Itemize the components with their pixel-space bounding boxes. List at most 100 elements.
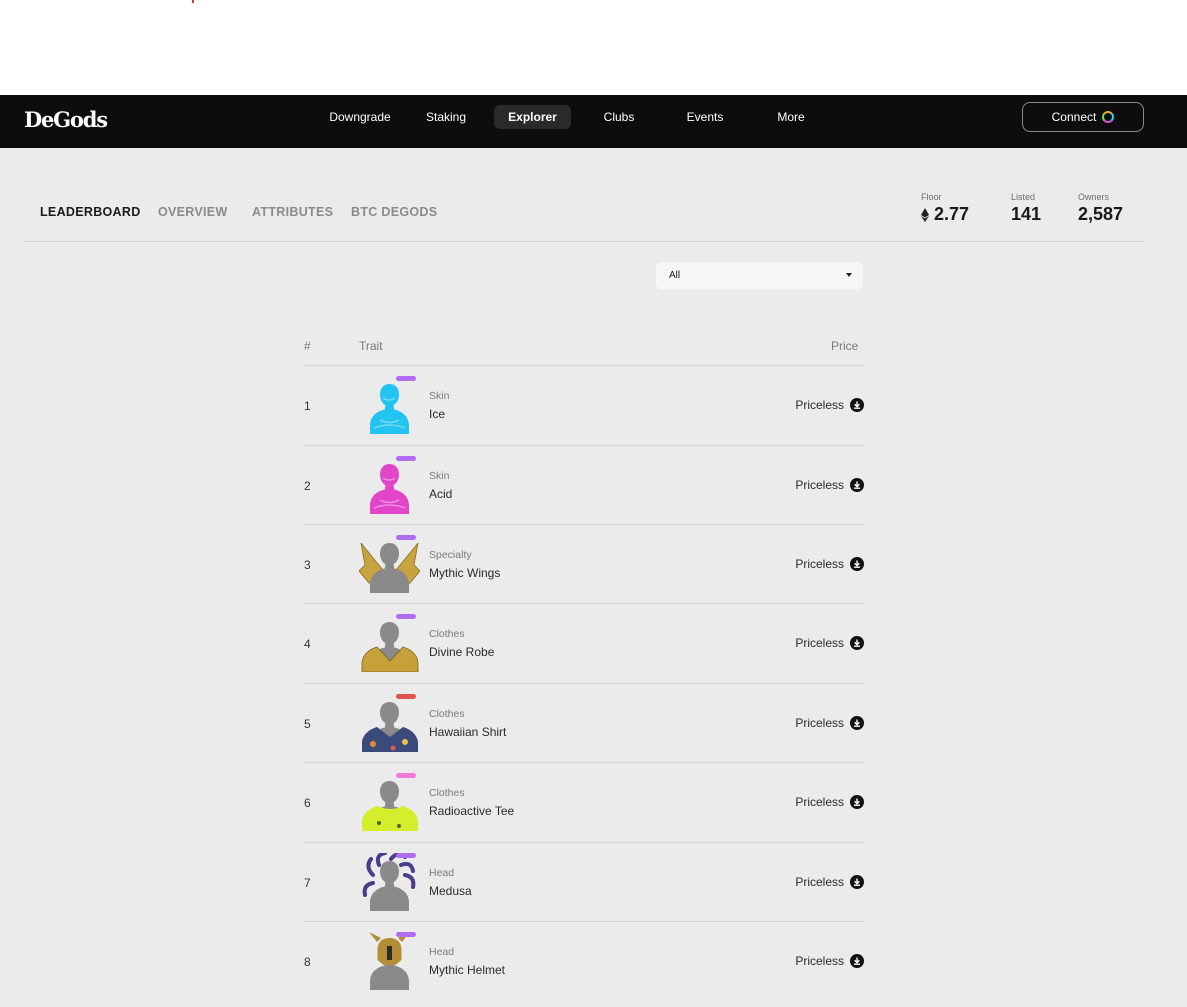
trait-category: Specialty bbox=[429, 549, 472, 561]
price-label: Priceless bbox=[795, 636, 844, 650]
solana-icon bbox=[850, 636, 864, 650]
stat-listed-value: 141 bbox=[1011, 204, 1042, 224]
row-rank: 6 bbox=[304, 796, 311, 810]
row-rank: 4 bbox=[304, 637, 311, 651]
price-label: Priceless bbox=[795, 398, 844, 412]
stat-owners-label: Owners bbox=[1078, 192, 1110, 202]
trait-name[interactable]: Acid bbox=[429, 487, 452, 501]
price-label: Priceless bbox=[795, 875, 844, 889]
trait-art-icon bbox=[358, 542, 421, 593]
trait-category: Skin bbox=[429, 470, 450, 482]
trait-category: Clothes bbox=[429, 708, 465, 720]
stat-floor-value: 2.77 bbox=[934, 204, 970, 224]
price-cell: Priceless bbox=[795, 557, 864, 571]
trait-art-icon bbox=[370, 384, 409, 434]
filter-selected-value: All bbox=[669, 270, 681, 281]
table-row[interactable]: 6 Clothes Radioactive Tee Priceless bbox=[304, 762, 864, 841]
nav-downgrade[interactable]: Downgrade bbox=[322, 105, 398, 129]
nav-explorer[interactable]: Explorer bbox=[494, 105, 571, 129]
trait-category: Clothes bbox=[429, 787, 465, 799]
solana-icon bbox=[850, 954, 864, 968]
trait-name[interactable]: Mythic Wings bbox=[429, 566, 500, 580]
trait-image bbox=[359, 614, 420, 673]
price-label: Priceless bbox=[795, 557, 844, 571]
trait-name[interactable]: Radioactive Tee bbox=[429, 804, 514, 818]
price-label: Priceless bbox=[795, 478, 844, 492]
trait-category: Head bbox=[429, 867, 455, 879]
trait-art-icon bbox=[369, 932, 410, 990]
nav-clubs[interactable]: Clubs bbox=[588, 105, 650, 129]
price-label: Priceless bbox=[795, 795, 844, 809]
table-row[interactable]: 2 Skin Acid Priceless bbox=[304, 445, 864, 524]
navbar: DeGods Downgrade Staking Explorer Clubs … bbox=[0, 95, 1187, 148]
table-row[interactable]: 4 Clothes Divine Robe Priceless bbox=[304, 603, 864, 682]
tab-overview[interactable]: OVERVIEW bbox=[158, 205, 228, 219]
caret-down-icon bbox=[846, 273, 852, 277]
tab-attributes[interactable]: ATTRIBUTES bbox=[252, 205, 333, 219]
connect-label: Connect bbox=[1051, 110, 1097, 124]
trait-art-icon bbox=[362, 851, 416, 911]
nav-more[interactable]: More bbox=[762, 105, 820, 129]
header-trait: Trait bbox=[359, 339, 383, 353]
table-row[interactable]: 8 Head Mythic Helmet Priceless bbox=[304, 921, 864, 1000]
header-price: Price bbox=[831, 339, 859, 353]
red-marker bbox=[192, 0, 194, 3]
trait-name[interactable]: Divine Robe bbox=[429, 645, 494, 659]
trait-name[interactable]: Mythic Helmet bbox=[429, 963, 505, 977]
trait-category: Clothes bbox=[429, 628, 465, 640]
trait-image bbox=[359, 851, 420, 911]
stat-floor-label: Floor bbox=[921, 192, 942, 202]
table-row[interactable]: 5 Clothes Hawaiian Shirt Priceless bbox=[304, 683, 864, 762]
solana-icon bbox=[850, 795, 864, 809]
stat-owners: Owners 2,587 bbox=[1078, 192, 1123, 225]
solana-icon bbox=[850, 875, 864, 889]
table-row[interactable]: 3 Specialty Mythic Wings Priceless bbox=[304, 524, 864, 603]
trait-name[interactable]: Hawaiian Shirt bbox=[429, 725, 506, 739]
stat-listed-label: Listed bbox=[1011, 192, 1036, 202]
solana-icon bbox=[850, 557, 864, 571]
price-cell: Priceless bbox=[795, 875, 864, 889]
trait-name[interactable]: Ice bbox=[429, 407, 445, 421]
nav-events[interactable]: Events bbox=[673, 105, 737, 129]
price-cell: Priceless bbox=[795, 795, 864, 809]
row-rank: 1 bbox=[304, 399, 311, 413]
trait-image bbox=[359, 773, 420, 831]
trait-art-icon bbox=[362, 702, 418, 752]
trait-image bbox=[359, 376, 420, 434]
tab-btc-degods[interactable]: BTC DEGODS bbox=[351, 205, 437, 219]
trait-art-icon bbox=[362, 781, 418, 831]
price-label: Priceless bbox=[795, 716, 844, 730]
price-label: Priceless bbox=[795, 954, 844, 968]
trait-image bbox=[359, 694, 420, 752]
solana-icon bbox=[850, 716, 864, 730]
solana-icon bbox=[850, 478, 864, 492]
connect-button[interactable]: Connect bbox=[1022, 102, 1144, 132]
rarity-badge bbox=[396, 614, 416, 619]
table-row[interactable]: 1 Skin Ice Priceless bbox=[304, 365, 864, 444]
trait-image bbox=[359, 932, 420, 990]
wallet-spinner-icon bbox=[1102, 111, 1115, 123]
trait-category: Skin bbox=[429, 390, 450, 402]
stat-listed: Listed 141 bbox=[1011, 192, 1041, 225]
trait-image bbox=[359, 456, 420, 514]
trait-art-icon bbox=[370, 464, 409, 514]
price-cell: Priceless bbox=[795, 636, 864, 650]
section-divider bbox=[24, 241, 1144, 242]
trait-name[interactable]: Medusa bbox=[429, 884, 472, 898]
stat-owners-value: 2,587 bbox=[1078, 204, 1124, 224]
trait-category: Head bbox=[429, 946, 455, 958]
rarity-badge bbox=[396, 535, 416, 540]
price-cell: Priceless bbox=[795, 954, 864, 968]
header-rank: # bbox=[304, 339, 311, 353]
logo[interactable]: DeGods bbox=[24, 107, 108, 132]
eth-icon bbox=[921, 207, 929, 222]
price-cell: Priceless bbox=[795, 398, 864, 412]
table-row[interactable]: 7 Head Medusa Priceless bbox=[304, 842, 864, 921]
rarity-badge bbox=[396, 456, 416, 461]
filter-select[interactable]: All bbox=[656, 262, 863, 289]
price-cell: Priceless bbox=[795, 716, 864, 730]
rarity-badge bbox=[396, 694, 416, 699]
nav-staking[interactable]: Staking bbox=[413, 105, 479, 129]
rarity-badge bbox=[396, 853, 416, 858]
tab-leaderboard[interactable]: LEADERBOARD bbox=[40, 205, 141, 219]
